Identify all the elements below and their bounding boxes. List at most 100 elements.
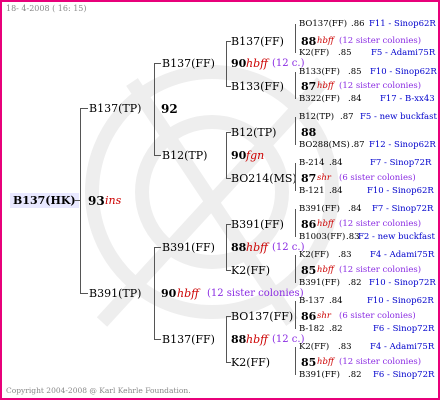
gen4-value: .84	[348, 94, 362, 104]
gen2-number: 90	[231, 149, 247, 162]
gen3-name[interactable]: K2(FF)	[231, 265, 270, 276]
gen4-note: F4 - Adami75R	[370, 342, 435, 352]
gen4-note: F6 - Sinop72R	[373, 370, 435, 380]
gen2-number: 90	[231, 57, 247, 70]
gen3-number: 87	[301, 80, 317, 93]
gen3-name[interactable]: BO137(FF)	[231, 311, 293, 322]
gen3-code: hbff	[317, 265, 334, 275]
gen3-number: 86	[301, 218, 317, 231]
gen3-name[interactable]: BO214(MS)	[231, 173, 297, 184]
gen1-code: hbff	[177, 287, 199, 300]
gen4-value: .85	[348, 67, 362, 77]
gen3-number: 88	[301, 35, 317, 48]
gen4-value: .82	[348, 370, 362, 380]
gen4-note: F5 - new buckfast	[360, 112, 437, 122]
gen4-name[interactable]: B133(FF)	[299, 68, 340, 77]
gen2-number: 88	[231, 333, 247, 346]
gen4-note: F6 - Sinop72R	[373, 324, 435, 334]
root-code: ins	[105, 194, 122, 207]
gen4-name[interactable]: B-121	[299, 187, 325, 196]
gen3-code: shr	[317, 311, 331, 321]
gen4-name[interactable]: K2(FF)	[299, 251, 329, 260]
gen4-note: F4 - Adami75R	[370, 250, 435, 260]
gen4-note: F10 - Sinop72R	[369, 278, 436, 288]
gen3-name[interactable]: B391(FF)	[231, 219, 284, 230]
gen3-name[interactable]: B133(FF)	[231, 81, 284, 92]
gen4-name[interactable]: BO137(FF)	[299, 20, 347, 29]
gen4-value: .84	[329, 158, 343, 168]
gen1-note: (12 sister colonies)	[207, 288, 304, 299]
gen4-note: F17 - B-xx43	[380, 94, 435, 104]
gen4-note: F2 - new buckfast	[358, 232, 435, 242]
gen2-code: hbff	[246, 333, 268, 346]
gen3-number: 85	[301, 264, 317, 277]
gen3-code: hbff	[317, 81, 334, 91]
gen3-code: hbff	[317, 357, 334, 367]
gen4-name[interactable]: B322(FF)	[299, 95, 340, 104]
gen4-value: .84	[329, 296, 343, 306]
gen4-value: .82	[329, 324, 343, 334]
gen4-name[interactable]: B1003(FF)	[299, 233, 345, 242]
gen3-note: (12 sister colonies)	[339, 81, 422, 91]
gen2-code: fgn	[246, 149, 265, 162]
gen1-name[interactable]: B391(TP)	[89, 288, 141, 299]
gen1-number: 92	[161, 102, 178, 116]
gen2-name[interactable]: B12(TP)	[162, 150, 207, 161]
print-date: 18- 4-2008 ( 16: 15)	[6, 4, 87, 13]
gen2-name[interactable]: B137(FF)	[162, 334, 215, 345]
gen4-note: F10 - Sinop62R	[367, 296, 434, 306]
gen4-name[interactable]: B12(TP)	[299, 113, 334, 122]
gen3-code: hbff	[317, 36, 334, 46]
gen4-name[interactable]: B391(FF)	[299, 279, 340, 288]
gen4-value: .83	[338, 342, 352, 352]
gen4-note: F12 - Sinop62R	[369, 140, 436, 150]
gen1-name[interactable]: B137(TP)	[89, 103, 141, 114]
gen3-number: 87	[301, 172, 317, 185]
gen4-value: .82	[348, 278, 362, 288]
gen4-name[interactable]: B-214	[299, 159, 325, 168]
gen4-name[interactable]: B391(FF)	[299, 205, 340, 214]
pedigree-chart: 18- 4-2008 ( 16: 15) Copyright 2004-2008…	[0, 0, 440, 400]
gen2-name[interactable]: B391(FF)	[162, 242, 215, 253]
gen3-note: (6 sister colonies)	[339, 311, 416, 321]
gen4-value: .84	[329, 186, 343, 196]
gen3-name[interactable]: B137(FF)	[231, 36, 284, 47]
gen2-number: 88	[231, 241, 247, 254]
gen2-name[interactable]: B137(FF)	[162, 58, 215, 69]
gen3-name[interactable]: K2(FF)	[231, 357, 270, 368]
gen4-name[interactable]: B-182	[299, 325, 325, 334]
gen3-code: hbff	[317, 219, 334, 229]
gen4-value: .87	[340, 112, 354, 122]
root-number: 93	[88, 194, 105, 208]
gen2-code: hbff	[246, 57, 268, 70]
gen4-value: .86	[351, 19, 365, 29]
gen3-code: shr	[317, 173, 331, 183]
gen3-number: 86	[301, 310, 317, 323]
gen4-value: .83	[338, 250, 352, 260]
gen3-note: (12 sister colonies)	[339, 265, 422, 275]
gen4-value: .85	[338, 48, 352, 58]
gen3-number: 85	[301, 356, 317, 369]
gen4-name[interactable]: K2(FF)	[299, 49, 329, 58]
gen4-name[interactable]: BO288(MS)	[299, 141, 350, 150]
gen4-note: F7 - Sinop72R	[370, 158, 432, 168]
gen4-note: F5 - Adami75R	[371, 48, 436, 58]
gen4-note: F10 - Sinop62R	[370, 67, 437, 77]
gen3-note: (12 sister colonies)	[339, 357, 422, 367]
gen4-name[interactable]: K2(FF)	[299, 343, 329, 352]
gen4-note: F7 - Sinop72R	[372, 204, 434, 214]
gen1-number: 90	[161, 287, 177, 300]
gen3-note: (6 sister colonies)	[339, 173, 416, 183]
copyright-footer: Copyright 2004-2008 @ Karl Kehrle Founda…	[6, 386, 191, 395]
gen4-name[interactable]: B391(FF)	[299, 371, 340, 380]
root-colony[interactable]: B137(HK)	[10, 193, 79, 208]
gen3-note: (12 sister colonies)	[339, 219, 422, 229]
gen2-code: hbff	[246, 241, 268, 254]
gen4-note: F10 - Sinop62R	[367, 186, 434, 196]
gen3-note: (12 sister colonies)	[339, 36, 422, 46]
gen3-name[interactable]: B12(TP)	[231, 127, 276, 138]
gen3-number: 88	[301, 126, 317, 139]
gen4-name[interactable]: B-137	[299, 297, 325, 306]
gen4-note: F11 - Sinop62R	[369, 19, 436, 29]
gen4-value: .87	[351, 140, 365, 150]
